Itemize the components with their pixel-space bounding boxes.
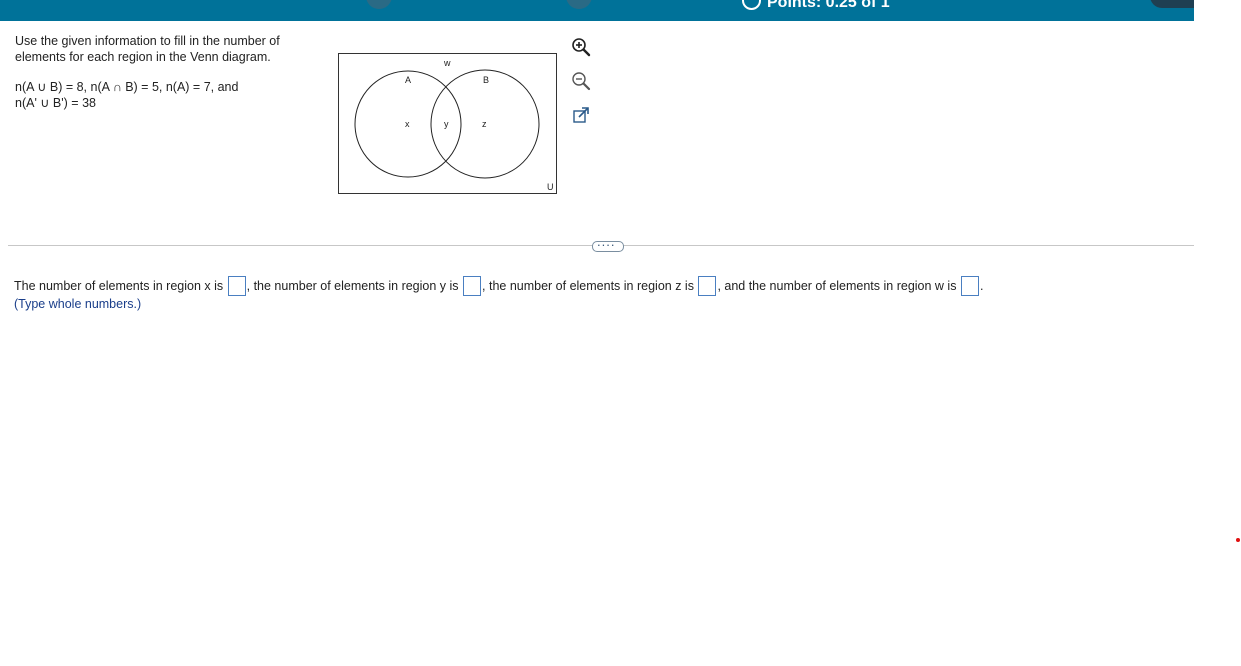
universal-set-label: U	[547, 182, 554, 192]
answer-text-z: , the number of elements in region z is	[482, 279, 694, 293]
region-w-label: w	[443, 58, 451, 68]
set-a-label: A	[405, 75, 411, 85]
problem-instruction: Use the given information to fill in the…	[15, 34, 280, 64]
popout-icon[interactable]	[570, 104, 592, 126]
more-dots: ....	[597, 234, 616, 249]
venn-diagram: w A B x y z U	[338, 53, 557, 194]
more-options-button[interactable]: ....	[592, 234, 624, 252]
points-indicator: Points: 0.25 of 1	[742, 0, 890, 12]
problem-statement: Use the given information to fill in the…	[15, 33, 325, 111]
zoom-out-icon[interactable]	[570, 70, 592, 92]
status-dot	[1236, 538, 1240, 542]
answer-text-x: The number of elements in region x is	[14, 279, 224, 293]
answer-text-w: , and the number of elements in region w…	[717, 279, 957, 293]
top-bar: Points: 0.25 of 1	[0, 0, 1194, 21]
given-values: n(A ∪ B) = 8, n(A ∩ B) = 5, n(A) = 7, an…	[15, 79, 325, 111]
answer-hint: (Type whole numbers.)	[14, 297, 142, 311]
region-z-input[interactable]	[698, 276, 717, 296]
header-button[interactable]	[1150, 0, 1194, 8]
region-x-label: x	[405, 119, 410, 129]
region-x-input[interactable]	[227, 276, 246, 296]
answer-period: .	[979, 279, 984, 293]
set-b-label: B	[483, 75, 489, 85]
region-y-input[interactable]	[463, 276, 482, 296]
nav-button-right[interactable]	[566, 0, 592, 9]
region-z-label: z	[482, 119, 487, 129]
points-text: Points: 0.25 of 1	[767, 0, 890, 11]
zoom-in-icon[interactable]	[570, 36, 592, 58]
points-icon	[742, 0, 761, 10]
region-w-input[interactable]	[960, 276, 979, 296]
answer-sentence: The number of elements in region x is , …	[14, 276, 983, 296]
answer-text-y: , the number of elements in region y is	[246, 279, 459, 293]
region-y-label: y	[444, 119, 449, 129]
given-line-2: n(A' ∪ B') = 38	[15, 96, 96, 110]
given-line-1: n(A ∪ B) = 8, n(A ∩ B) = 5, n(A) = 7, an…	[15, 80, 239, 94]
nav-button-left[interactable]	[366, 0, 392, 9]
